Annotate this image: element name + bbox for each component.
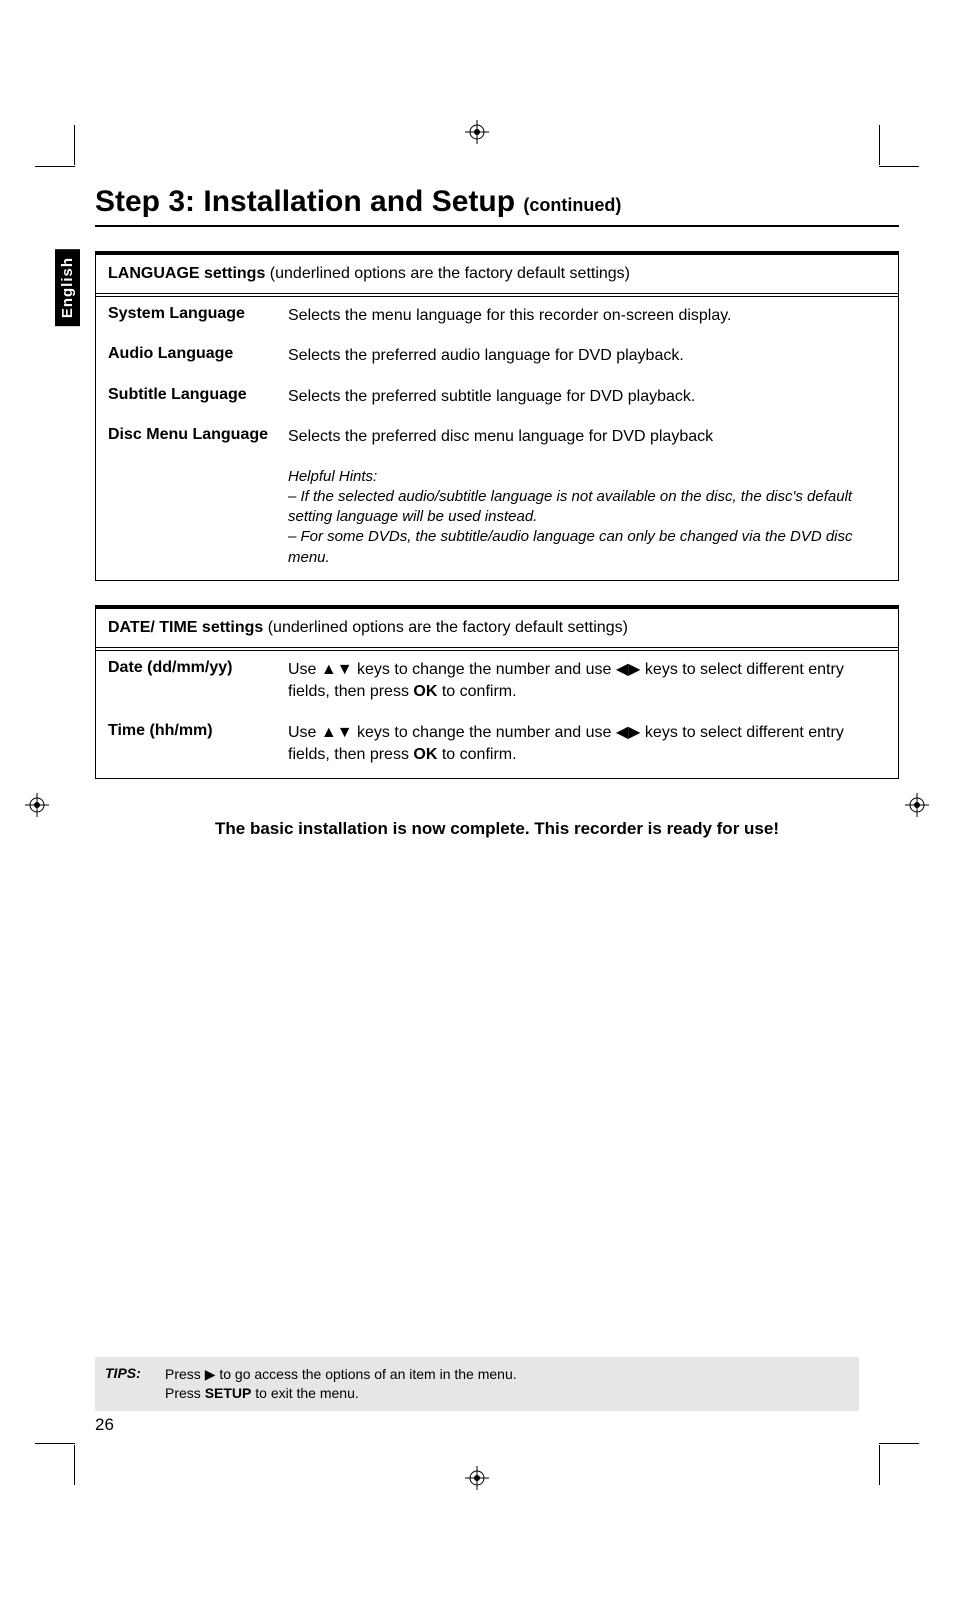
left-right-arrows-icon: ◀▶ — [616, 724, 641, 741]
table-title: DATE/ TIME settings — [108, 619, 263, 636]
crop-mark — [35, 166, 75, 167]
ok-label: OK — [413, 683, 437, 700]
language-settings-table: LANGUAGE settings (underlined options ar… — [95, 251, 899, 581]
row-desc: Selects the preferred subtitle language … — [288, 386, 886, 408]
helpful-hints: Helpful Hints: – If the selected audio/s… — [288, 467, 886, 568]
hints-line: – For some DVDs, the subtitle/audio lang… — [288, 527, 886, 568]
table-row: Audio Language Selects the preferred aud… — [108, 345, 886, 367]
row-desc: Use ▲▼ keys to change the number and use… — [288, 722, 886, 767]
page-content: Step 3: Installation and Setup (continue… — [55, 185, 899, 1435]
row-desc: Selects the preferred audio language for… — [288, 345, 886, 367]
tips-part: to go access the options of an item in t… — [215, 1366, 516, 1382]
table-header: LANGUAGE settings (underlined options ar… — [96, 255, 898, 297]
play-arrow-icon: ▶ — [205, 1366, 216, 1382]
hints-line: – If the selected audio/subtitle languag… — [288, 487, 886, 528]
tips-bar: TIPS: Press ▶ to go access the options o… — [95, 1357, 859, 1411]
hints-title: Helpful Hints: — [288, 467, 886, 487]
language-tab: English — [55, 249, 80, 326]
desc-part: keys to change the number and use — [353, 661, 616, 678]
table-title: LANGUAGE settings — [108, 265, 265, 282]
completion-message: The basic installation is now complete. … — [95, 819, 899, 839]
up-down-arrows-icon: ▲▼ — [321, 724, 353, 741]
row-label-empty — [108, 467, 288, 568]
page-number: 26 — [95, 1415, 114, 1435]
row-label: Disc Menu Language — [108, 426, 288, 448]
table-row-hints: Helpful Hints: – If the selected audio/s… — [108, 467, 886, 568]
table-note: (underlined options are the factory defa… — [270, 265, 630, 282]
desc-part: to confirm. — [437, 746, 516, 763]
setup-label: SETUP — [205, 1385, 252, 1401]
table-row: Subtitle Language Selects the preferred … — [108, 386, 886, 408]
datetime-settings-table: DATE/ TIME settings (underlined options … — [95, 605, 899, 780]
row-label: Audio Language — [108, 345, 288, 367]
registration-mark-icon — [25, 793, 49, 817]
crop-mark — [879, 1445, 880, 1485]
desc-part: Use — [288, 724, 321, 741]
tips-label: TIPS: — [105, 1365, 165, 1403]
registration-mark-icon — [465, 120, 489, 144]
desc-part: Use — [288, 661, 321, 678]
left-right-arrows-icon: ◀▶ — [616, 661, 641, 678]
crop-mark — [74, 1445, 75, 1485]
row-desc: Use ▲▼ keys to change the number and use… — [288, 659, 886, 704]
tips-text: Press ▶ to go access the options of an i… — [165, 1365, 849, 1403]
crop-mark — [74, 125, 75, 165]
crop-mark — [879, 125, 880, 165]
crop-mark — [879, 166, 919, 167]
table-note: (underlined options are the factory defa… — [268, 619, 628, 636]
row-desc: Selects the preferred disc menu language… — [288, 426, 886, 448]
row-label: Date (dd/mm/yy) — [108, 659, 288, 704]
heading-main: Step 3: Installation and Setup — [95, 185, 515, 218]
tips-part: to exit the menu. — [251, 1385, 358, 1401]
table-row: Date (dd/mm/yy) Use ▲▼ keys to change th… — [108, 659, 886, 704]
row-label: System Language — [108, 305, 288, 327]
tips-line: Press ▶ to go access the options of an i… — [165, 1365, 849, 1384]
registration-mark-icon — [905, 793, 929, 817]
tips-part: Press — [165, 1366, 205, 1382]
page-heading: Step 3: Installation and Setup (continue… — [95, 185, 899, 227]
crop-mark — [879, 1443, 919, 1444]
row-desc: Selects the menu language for this recor… — [288, 305, 886, 327]
table-row: Time (hh/mm) Use ▲▼ keys to change the n… — [108, 722, 886, 767]
up-down-arrows-icon: ▲▼ — [321, 661, 353, 678]
table-body: Date (dd/mm/yy) Use ▲▼ keys to change th… — [96, 651, 898, 779]
table-body: System Language Selects the menu languag… — [96, 297, 898, 580]
row-label: Subtitle Language — [108, 386, 288, 408]
crop-mark — [35, 1443, 75, 1444]
heading-continued: (continued) — [523, 195, 621, 215]
table-row: Disc Menu Language Selects the preferred… — [108, 426, 886, 448]
table-header: DATE/ TIME settings (underlined options … — [96, 609, 898, 651]
desc-part: keys to change the number and use — [353, 724, 616, 741]
tips-part: Press — [165, 1385, 205, 1401]
desc-part: to confirm. — [437, 683, 516, 700]
registration-mark-icon — [465, 1466, 489, 1490]
table-row: System Language Selects the menu languag… — [108, 305, 886, 327]
tips-line: Press SETUP to exit the menu. — [165, 1384, 849, 1403]
row-label: Time (hh/mm) — [108, 722, 288, 767]
ok-label: OK — [413, 746, 437, 763]
